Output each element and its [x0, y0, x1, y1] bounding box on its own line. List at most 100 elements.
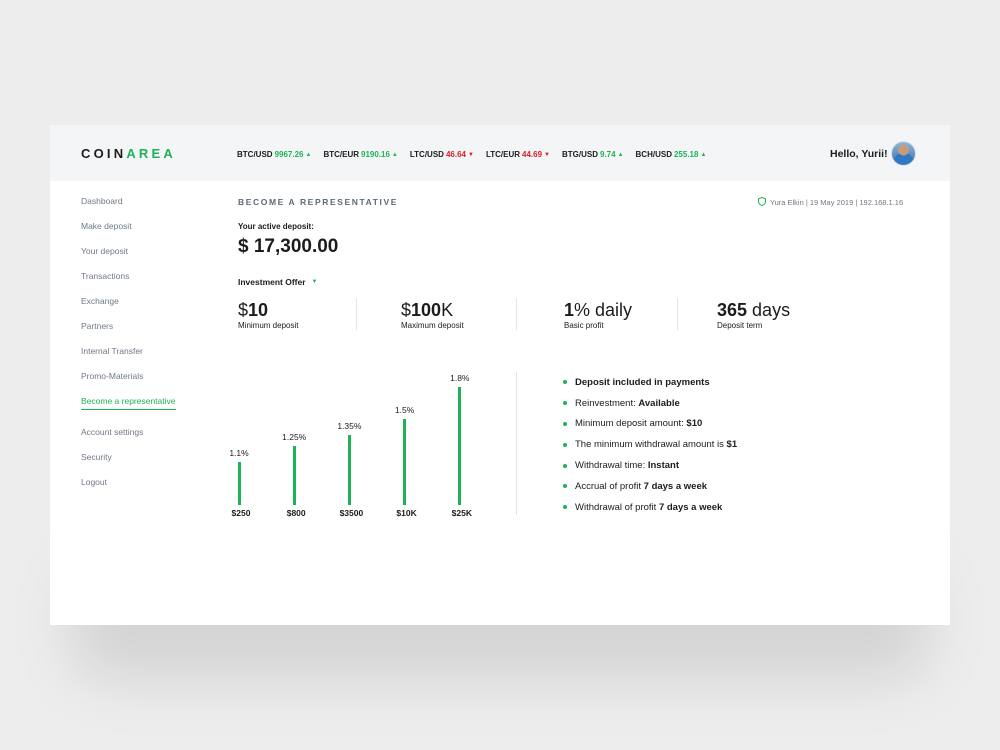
sidebar-item-label: Become a representative: [81, 396, 176, 410]
sidebar-item-label: Dashboard: [81, 196, 123, 206]
arrow-up-icon: ▲: [305, 151, 312, 158]
list-item: Accrual of profit 7 days a week: [563, 476, 737, 497]
chart-bar: [292, 446, 296, 505]
feature-text-plain: Reinvestment:: [575, 397, 639, 409]
session-info: Yura Elkin | 19 May 2019 | 192.168.1.16: [758, 196, 904, 208]
chart-divider: [516, 372, 517, 515]
stat-divider: [356, 298, 357, 330]
brand-logo[interactable]: COINAREA: [81, 146, 176, 161]
sidebar-item-label: Account settings: [81, 427, 144, 437]
chart-category-label: $10K: [396, 508, 417, 518]
sidebar-item-security[interactable]: Security: [81, 451, 221, 476]
stat-suffix: K: [441, 300, 454, 320]
sidebar-item-become-representative[interactable]: Become a representative: [81, 395, 221, 420]
sidebar-item-label: Transactions: [81, 271, 130, 281]
ticker-item[interactable]: BTC/USD 9967.26 ▲: [237, 150, 311, 159]
feature-text-bold: Available: [638, 397, 680, 409]
feature-text-plain: Withdrawal of profit: [575, 501, 659, 513]
stat-label: Deposit term: [717, 321, 763, 330]
ticker-value: 44.69: [522, 150, 543, 159]
bullet-dot-icon: [563, 380, 567, 385]
offer-features-list: Deposit included in payments Reinvestmen…: [563, 372, 737, 518]
sidebar-item-label: Make deposit: [81, 221, 132, 231]
ticker-item[interactable]: BCH/USD 255.18 ▲: [636, 150, 707, 159]
session-text: Yura Elkin | 19 May 2019 | 192.168.1.16: [770, 198, 904, 207]
list-item: Reinvestment: Available: [563, 393, 737, 414]
stat-label: Basic profit: [564, 321, 604, 330]
chart-data-label: 1.5%: [394, 405, 415, 416]
ticker-item[interactable]: LTC/USD 46.64 ▼: [410, 150, 474, 159]
chart-bar: [458, 387, 462, 505]
list-item: Withdrawal of profit 7 days a week: [563, 497, 737, 518]
sidebar-item-label: Exchange: [81, 296, 119, 306]
shield-icon: [758, 196, 766, 208]
chart-data-label: 1.8%: [450, 373, 470, 383]
feature-text-bold: Deposit included in payments: [575, 376, 710, 388]
stat-value: 1% daily: [564, 300, 632, 320]
sidebar-item-promo-materials[interactable]: Promo-Materials: [81, 370, 221, 395]
stat-divider: [516, 298, 517, 330]
bullet-dot-icon: [563, 505, 567, 510]
feature-text-bold: Instant: [647, 460, 679, 472]
feature-text: Withdrawal of profit 7 days a week: [575, 502, 722, 513]
sidebar-item-exchange[interactable]: Exchange: [81, 295, 221, 320]
stat-value: $10: [238, 300, 298, 320]
profit-bar-chart: 1.1% $250 1.25% $800 1.35% $3500 1.5% $10K 1.8% $…: [229, 365, 472, 525]
ticker-item[interactable]: LTC/EUR 44.69 ▼: [486, 150, 550, 159]
user-greeting: Hello, Yurii!: [830, 148, 888, 160]
ticker-value: 9190.16: [361, 150, 390, 159]
chart-category-label: $250: [231, 508, 251, 518]
ticker-pair: LTC/USD: [409, 150, 444, 159]
sidebar-item-logout[interactable]: Logout: [81, 476, 221, 501]
feature-text-plain: Withdrawal time:: [575, 460, 648, 472]
feature-text: The minimum withdrawal amount is $1: [575, 439, 737, 450]
feature-text-bold: 7 days a week: [658, 501, 723, 513]
sidebar-item-label: Partners: [81, 321, 114, 331]
arrow-up-icon: ▲: [617, 151, 624, 158]
chart-category-label: $800: [286, 508, 306, 518]
ticker-pair: BCH/USD: [635, 150, 672, 159]
feature-text-bold: $10: [686, 418, 703, 430]
ticker-item[interactable]: BTG/USD 9.74 ▲: [562, 150, 624, 159]
stat-label: Minimum deposit: [238, 321, 299, 330]
investment-offer-dropdown[interactable]: Investment Offer ▼: [238, 277, 318, 287]
feature-text-plain: The minimum withdrawal amount is: [575, 439, 727, 451]
sidebar-item-account-settings[interactable]: Account settings: [81, 426, 221, 451]
ticker-item[interactable]: BTC/EUR 9190.16 ▲: [323, 150, 397, 159]
feature-text: Accrual of profit 7 days a week: [575, 481, 707, 492]
bullet-dot-icon: [563, 463, 567, 468]
sidebar-item-label: Security: [81, 452, 112, 462]
sidebar-nav: Dashboard Make deposit Your deposit Tran…: [81, 195, 221, 501]
stat-basic-profit: 1% daily Basic profit: [564, 300, 632, 330]
feature-text-plain: Accrual of profit: [575, 480, 644, 492]
stat-number: 10: [248, 300, 269, 320]
feature-text: Withdrawal time: Instant: [575, 460, 679, 471]
chart-data-label: 1.35%: [337, 421, 362, 432]
sidebar-item-dashboard[interactable]: Dashboard: [81, 195, 221, 220]
sidebar-item-your-deposit[interactable]: Your deposit: [81, 245, 221, 270]
stat-prefix: $: [238, 300, 249, 320]
feature-text: Reinvestment: Available: [575, 398, 680, 409]
sidebar-item-label: Logout: [81, 477, 107, 487]
sidebar-item-partners[interactable]: Partners: [81, 320, 221, 345]
chart-data-label: 1.25%: [282, 432, 307, 442]
sidebar-item-internal-transfer[interactable]: Internal Transfer: [81, 345, 221, 370]
avatar[interactable]: [891, 141, 916, 166]
sidebar-item-transactions[interactable]: Transactions: [81, 270, 221, 295]
list-item: Withdrawal time: Instant: [563, 455, 737, 476]
chart-bar: [403, 419, 407, 505]
chart-bar: [347, 435, 351, 505]
chart-category-label: $25K: [451, 508, 472, 518]
ticker-pair: LTC/EUR: [485, 150, 521, 159]
top-header: COINAREA BTC/USD 9967.26 ▲ BTC/EUR 9190.…: [50, 125, 950, 181]
investment-offer-label: Investment Offer: [238, 277, 306, 287]
stat-number: 1: [564, 300, 575, 320]
stat-maximum-deposit: $100K Maximum deposit: [401, 300, 464, 330]
stat-value: 365 days: [717, 300, 790, 320]
stat-prefix: $: [401, 300, 412, 320]
sidebar-item-make-deposit[interactable]: Make deposit: [81, 220, 221, 245]
stat-suffix: % daily: [574, 300, 633, 320]
stat-divider: [677, 298, 678, 330]
arrow-up-icon: ▲: [700, 151, 707, 158]
sidebar-item-label: Your deposit: [81, 246, 128, 256]
